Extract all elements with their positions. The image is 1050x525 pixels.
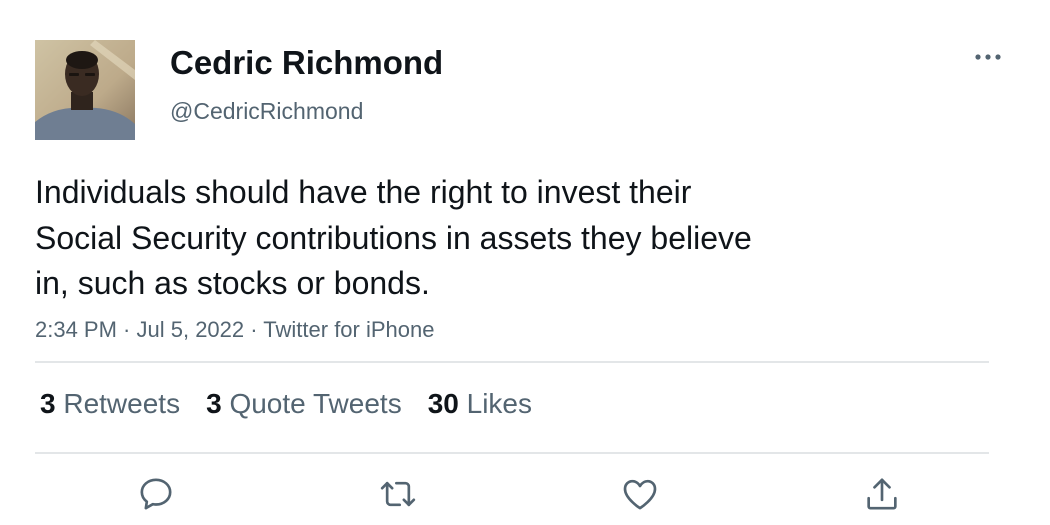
tweet-date[interactable]: Jul 5, 2022 xyxy=(137,317,245,342)
quote-tweets-stat[interactable]: 3 Quote Tweets xyxy=(206,386,402,422)
meta-separator: · xyxy=(244,317,264,342)
tweet-source[interactable]: Twitter for iPhone xyxy=(263,317,434,342)
reply-icon[interactable] xyxy=(136,474,176,514)
tweet-text-line: in, such as stocks or bonds. xyxy=(35,265,430,301)
divider xyxy=(35,361,989,363)
likes-label: Likes xyxy=(466,388,533,419)
avatar[interactable] xyxy=(35,40,135,140)
retweets-label: Retweets xyxy=(63,388,181,419)
heart-icon[interactable] xyxy=(620,474,660,514)
tweet-meta: 2:34 PM · Jul 5, 2022 · Twitter for iPho… xyxy=(35,315,434,345)
avatar-photo xyxy=(35,40,135,140)
tweet-actions xyxy=(0,474,1050,514)
retweet-icon[interactable] xyxy=(378,474,418,514)
divider xyxy=(35,452,989,454)
more-options-icon[interactable] xyxy=(968,42,1008,72)
tweet-stats: 3 Retweets 3 Quote Tweets 30 Likes xyxy=(40,386,558,422)
share-icon[interactable] xyxy=(862,474,902,514)
retweets-count: 3 xyxy=(40,388,56,419)
tweet-text-line: Individuals should have the right to inv… xyxy=(35,174,692,210)
quote-tweets-label: Quote Tweets xyxy=(229,388,402,419)
tweet-time[interactable]: 2:34 PM xyxy=(35,317,117,342)
author-handle[interactable]: @CedricRichmond xyxy=(170,96,363,126)
meta-separator: · xyxy=(116,317,137,342)
retweets-stat[interactable]: 3 Retweets xyxy=(40,386,180,422)
likes-stat[interactable]: 30 Likes xyxy=(428,386,532,422)
quote-tweets-count: 3 xyxy=(206,388,222,419)
author-display-name[interactable]: Cedric Richmond xyxy=(170,42,443,84)
tweet-text: Individuals should have the right to inv… xyxy=(35,170,865,307)
tweet-text-line: Social Security contributions in assets … xyxy=(35,219,752,256)
likes-count: 30 xyxy=(427,388,459,419)
